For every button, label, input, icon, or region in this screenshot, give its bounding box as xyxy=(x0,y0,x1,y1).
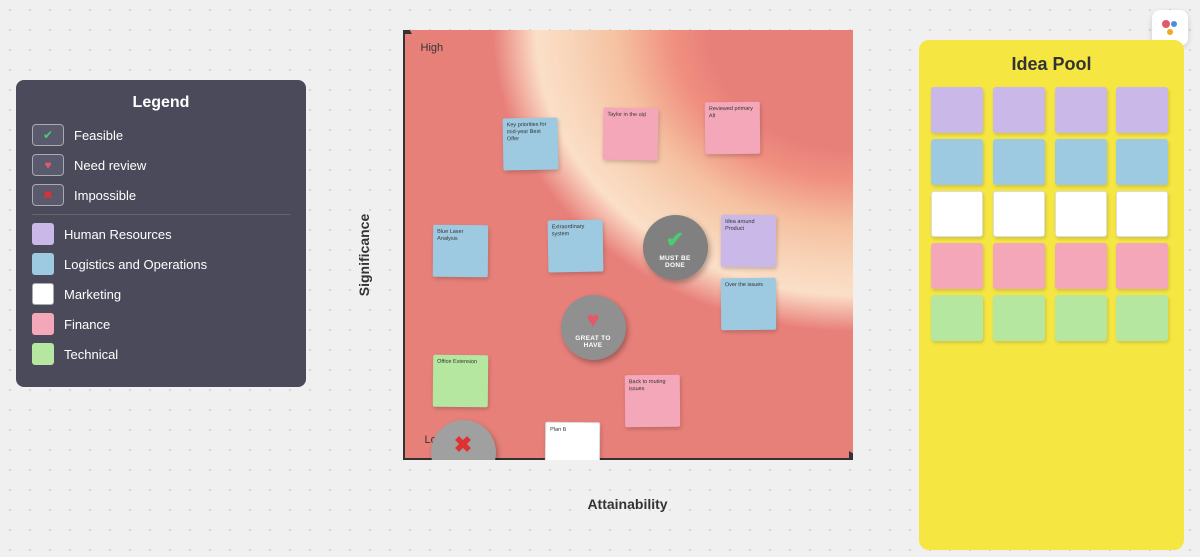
great-label: GREAT TOHAVE xyxy=(575,335,610,349)
hr-label: Human Resources xyxy=(64,227,172,242)
legend-item-feasible: ✔ Feasible xyxy=(32,124,290,146)
pool-note xyxy=(993,139,1045,185)
need-review-icon: ♥ xyxy=(32,154,64,176)
legend-item-impossible: ✖ Impossible xyxy=(32,184,290,206)
pool-note xyxy=(1116,191,1168,237)
chart-container: Significance High Low Low High xyxy=(363,20,863,490)
y-axis-label: Significance xyxy=(356,214,372,296)
pool-note xyxy=(931,243,983,289)
pool-note xyxy=(1055,295,1107,341)
legend-item-logistics: Logistics and Operations xyxy=(32,253,290,275)
pool-note xyxy=(993,87,1045,133)
feasible-icon: ✔ xyxy=(32,124,64,146)
x-arrow xyxy=(849,451,853,460)
pool-note xyxy=(931,87,983,133)
marketing-label: Marketing xyxy=(64,287,121,302)
sticky-note-5: Extraordinary system xyxy=(547,220,603,273)
must-label: MUST BEDONE xyxy=(659,255,690,269)
must-checkmark-icon: ✔ xyxy=(666,227,684,253)
pool-note xyxy=(993,295,1045,341)
pool-note xyxy=(993,243,1045,289)
pool-note xyxy=(1055,191,1107,237)
pool-note xyxy=(1055,87,1107,133)
idea-pool-title: Idea Pool xyxy=(931,54,1172,75)
legend-item-finance: Finance xyxy=(32,313,290,335)
logistics-color xyxy=(32,253,54,275)
sticky-note-1: Key priorities for mid-year Best Offer xyxy=(502,118,558,171)
finance-color xyxy=(32,313,54,335)
wont-label: WON'TWORK xyxy=(452,460,475,461)
sticky-note-2: Taylor in the old xyxy=(602,108,658,161)
x-axis-label-text: Attainability xyxy=(403,496,853,514)
x-axis-label: Attainability xyxy=(587,496,667,512)
legend-item-need-review: ♥ Need review xyxy=(32,154,290,176)
sticky-note-10: Plan B xyxy=(544,422,599,460)
pool-note xyxy=(1116,87,1168,133)
idea-pool-panel: Idea Pool xyxy=(919,40,1184,550)
y-high-label: High xyxy=(421,42,444,54)
legend-title: Legend xyxy=(32,94,290,112)
sticky-note-9: Back to routing issues xyxy=(624,375,679,427)
must-be-done-badge: ✔ MUST BEDONE xyxy=(643,215,708,280)
sticky-note-8: Office Extension xyxy=(432,355,487,407)
pool-note xyxy=(993,191,1045,237)
feasible-label: Feasible xyxy=(74,128,123,143)
pool-note xyxy=(1116,295,1168,341)
finance-label: Finance xyxy=(64,317,110,332)
sticky-note-4: Blue Laser Analysis xyxy=(432,225,487,277)
great-to-have-badge: ♥ GREAT TOHAVE xyxy=(561,295,626,360)
hr-color xyxy=(32,223,54,245)
pool-note xyxy=(931,191,983,237)
sticky-note-7: Over the issues xyxy=(720,278,775,330)
legend-item-marketing: Marketing xyxy=(32,283,290,305)
pool-note xyxy=(931,295,983,341)
y-arrow xyxy=(403,30,412,34)
technical-label: Technical xyxy=(64,347,118,362)
technical-color xyxy=(32,343,54,365)
pool-note xyxy=(1055,243,1107,289)
legend-item-technical: Technical xyxy=(32,343,290,365)
logistics-label: Logistics and Operations xyxy=(64,257,207,272)
impossible-label: Impossible xyxy=(74,188,136,203)
chart-wrapper: Significance High Low Low High xyxy=(306,20,919,490)
main-layout: Legend ✔ Feasible ♥ Need review ✖ Imposs… xyxy=(0,0,1200,557)
y-axis xyxy=(403,30,405,460)
sticky-note-3: Reviewed primary Alt xyxy=(704,102,759,154)
great-heart-icon: ♥ xyxy=(586,307,599,333)
pool-note xyxy=(1055,139,1107,185)
sticky-note-6: Idea around Product xyxy=(720,215,775,267)
impossible-icon: ✖ xyxy=(32,184,64,206)
wont-x-icon: ✖ xyxy=(454,432,472,458)
pool-notes-grid xyxy=(931,87,1172,341)
pool-note xyxy=(931,139,983,185)
marketing-color xyxy=(32,283,54,305)
legend-panel: Legend ✔ Feasible ♥ Need review ✖ Imposs… xyxy=(16,80,306,387)
pool-note xyxy=(1116,243,1168,289)
chart-plot: High Low Low High ✔ MUST BEDONE ♥ GREAT … xyxy=(403,30,853,460)
legend-item-hr: Human Resources xyxy=(32,223,290,245)
need-review-label: Need review xyxy=(74,158,146,173)
pool-note xyxy=(1116,139,1168,185)
